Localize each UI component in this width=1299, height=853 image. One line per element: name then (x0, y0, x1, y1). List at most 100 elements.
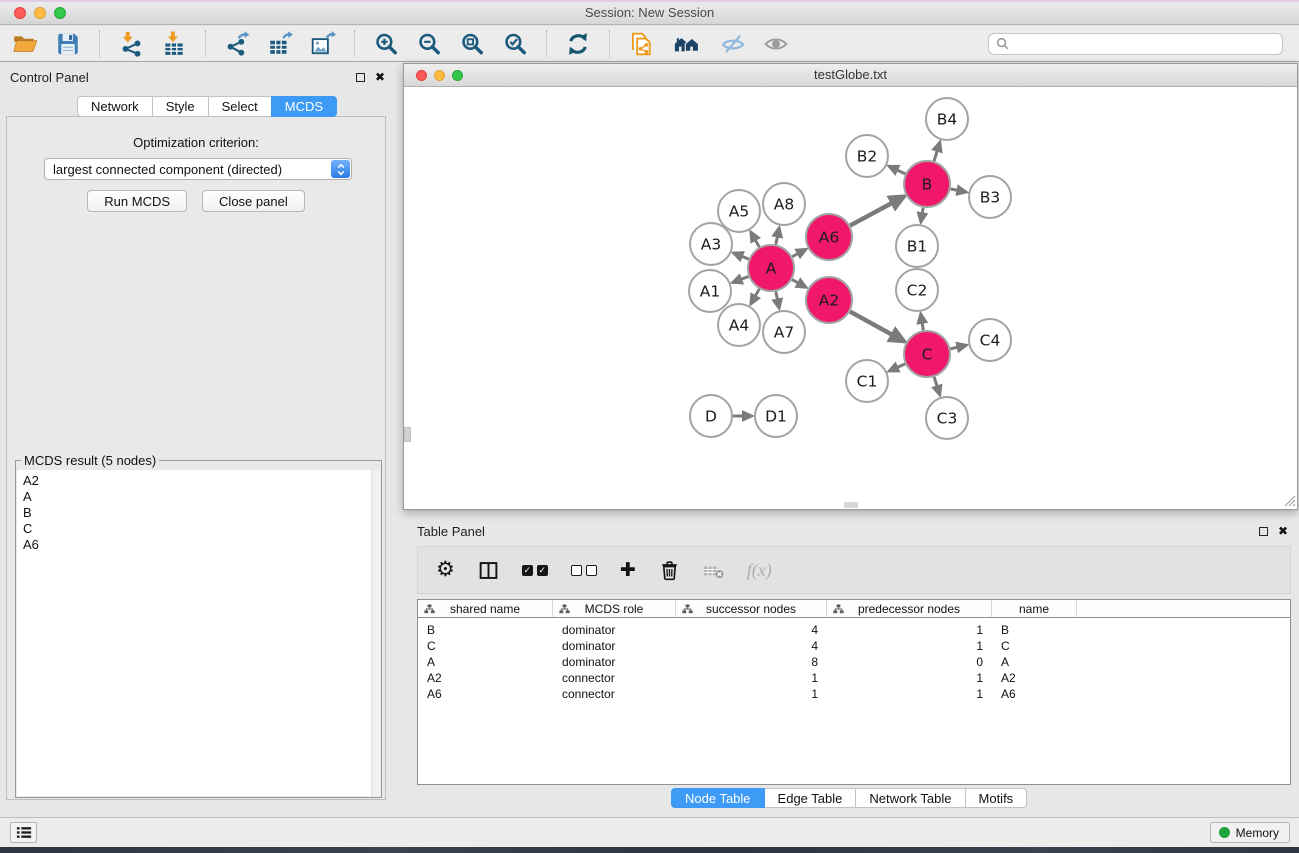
table-cell[interactable]: 1 (827, 670, 992, 686)
function-builder-icon[interactable]: f(x) (747, 560, 772, 581)
split-columns-icon[interactable] (478, 560, 499, 581)
zoom-in-button[interactable] (371, 29, 401, 59)
edge-A-A2[interactable] (792, 280, 806, 288)
run-mcds-button[interactable]: Run MCDS (87, 190, 187, 212)
edge-A-A8[interactable] (776, 228, 779, 245)
node-B4[interactable]: B4 (926, 98, 968, 140)
edge-B-B1[interactable] (921, 208, 923, 223)
add-column-icon[interactable]: ✚ (620, 559, 636, 582)
table-cell[interactable]: connector (553, 670, 676, 686)
table-cell[interactable]: 4 (676, 622, 827, 638)
task-history-button[interactable] (10, 822, 37, 843)
tab-style[interactable]: Style (152, 96, 209, 117)
result-scrollbar[interactable] (371, 470, 380, 796)
table-cell[interactable]: dominator (553, 638, 676, 654)
maximize-network-button[interactable] (452, 70, 463, 81)
optimization-criterion-select[interactable]: largest connected component (directed) (44, 158, 352, 180)
network-canvas[interactable]: AA1A2A3A4A5A6A7A8BB1B2B3B4CC1C2C3C4DD1 (404, 87, 1297, 508)
edge-A-A1[interactable] (732, 276, 748, 282)
search-field[interactable] (988, 33, 1283, 55)
column-header-shared-name[interactable]: shared name (418, 600, 553, 617)
minimize-network-button[interactable] (434, 70, 445, 81)
table-cell[interactable]: 1 (827, 622, 992, 638)
close-network-button[interactable] (416, 70, 427, 81)
float-table-panel-icon[interactable] (1259, 527, 1268, 536)
zoom-out-button[interactable] (414, 29, 444, 59)
open-session-button[interactable] (10, 29, 40, 59)
edge-A2-C[interactable] (850, 312, 904, 342)
select-all-checkboxes-icon[interactable]: ✓✓ (522, 565, 548, 576)
table-cell[interactable]: connector (553, 686, 676, 702)
table-cell[interactable]: 1 (827, 638, 992, 654)
node-B1[interactable]: B1 (896, 225, 938, 267)
table-cell[interactable]: A2 (992, 670, 1077, 686)
table-row[interactable]: A6connector11A6 (418, 686, 1290, 702)
gear-icon[interactable]: ⚙ (436, 559, 455, 581)
node-A1[interactable]: A1 (689, 270, 731, 312)
vertical-scrollbar-handle[interactable] (404, 427, 411, 442)
node-B2[interactable]: B2 (846, 135, 888, 177)
zoom-fit-button[interactable] (457, 29, 487, 59)
column-header-name[interactable]: name (992, 600, 1077, 617)
node-A3[interactable]: A3 (690, 223, 732, 265)
edge-B-B2[interactable] (889, 166, 906, 174)
search-input[interactable] (1014, 37, 1275, 51)
table-cell[interactable]: B (992, 622, 1077, 638)
edge-B-B4[interactable] (934, 142, 940, 161)
table-row[interactable]: Adominator80A (418, 654, 1290, 670)
edge-C-C4[interactable] (950, 345, 966, 349)
edge-C-C3[interactable] (934, 377, 940, 395)
table-cell[interactable]: B (418, 622, 553, 638)
table-cell[interactable]: C (992, 638, 1077, 654)
edge-C-C2[interactable] (921, 314, 924, 331)
refresh-view-button[interactable] (563, 29, 593, 59)
node-A8[interactable]: A8 (763, 183, 805, 225)
column-header-MCDS-role[interactable]: MCDS role (553, 600, 676, 617)
table-cell[interactable]: 1 (676, 686, 827, 702)
tab-network[interactable]: Network (77, 96, 153, 117)
close-window-button[interactable] (14, 7, 26, 19)
table-cell[interactable]: dominator (553, 654, 676, 670)
node-D[interactable]: D (690, 395, 732, 437)
close-panel-icon[interactable]: ✖ (375, 71, 385, 83)
node-A2[interactable]: A2 (806, 277, 852, 323)
table-row[interactable]: Cdominator41C (418, 638, 1290, 654)
edge-C-C1[interactable] (889, 364, 905, 371)
save-session-button[interactable] (53, 29, 83, 59)
table-cell[interactable]: A6 (992, 686, 1077, 702)
memory-button[interactable]: Memory (1210, 822, 1290, 843)
horizontal-scrollbar-handle[interactable] (844, 502, 858, 508)
show-all-button[interactable] (761, 29, 791, 59)
export-network-button[interactable] (222, 29, 252, 59)
node-C4[interactable]: C4 (969, 319, 1011, 361)
minimize-window-button[interactable] (34, 7, 46, 19)
node-C[interactable]: C (904, 331, 950, 377)
tab-mcds[interactable]: MCDS (271, 96, 337, 117)
close-table-panel-icon[interactable]: ✖ (1278, 525, 1288, 537)
table-cell[interactable]: A (992, 654, 1077, 670)
column-header-successor-nodes[interactable]: successor nodes (676, 600, 827, 617)
table-cell[interactable]: C (418, 638, 553, 654)
tab-node-table[interactable]: Node Table (671, 788, 765, 808)
edge-A-A3[interactable] (733, 253, 748, 259)
delete-column-icon[interactable] (659, 560, 680, 581)
table-cell[interactable]: 1 (676, 670, 827, 686)
node-A6[interactable]: A6 (806, 214, 852, 260)
table-cell[interactable]: 0 (827, 654, 992, 670)
clone-network-button[interactable] (626, 29, 656, 59)
table-cell[interactable]: 8 (676, 654, 827, 670)
node-A[interactable]: A (748, 245, 794, 291)
export-table-button[interactable] (265, 29, 295, 59)
table-cell[interactable]: A2 (418, 670, 553, 686)
node-C2[interactable]: C2 (896, 269, 938, 311)
edge-A6-B[interactable] (850, 196, 904, 225)
export-image-button[interactable] (308, 29, 338, 59)
table-cell[interactable]: A6 (418, 686, 553, 702)
node-B3[interactable]: B3 (969, 176, 1011, 218)
float-panel-icon[interactable] (356, 73, 365, 82)
edge-A-A4[interactable] (751, 289, 760, 304)
delete-table-icon[interactable] (703, 560, 724, 581)
home-button[interactable] (669, 29, 705, 59)
network-graph[interactable]: AA1A2A3A4A5A6A7A8BB1B2B3B4CC1C2C3C4DD1 (404, 87, 1297, 508)
node-A5[interactable]: A5 (718, 190, 760, 232)
